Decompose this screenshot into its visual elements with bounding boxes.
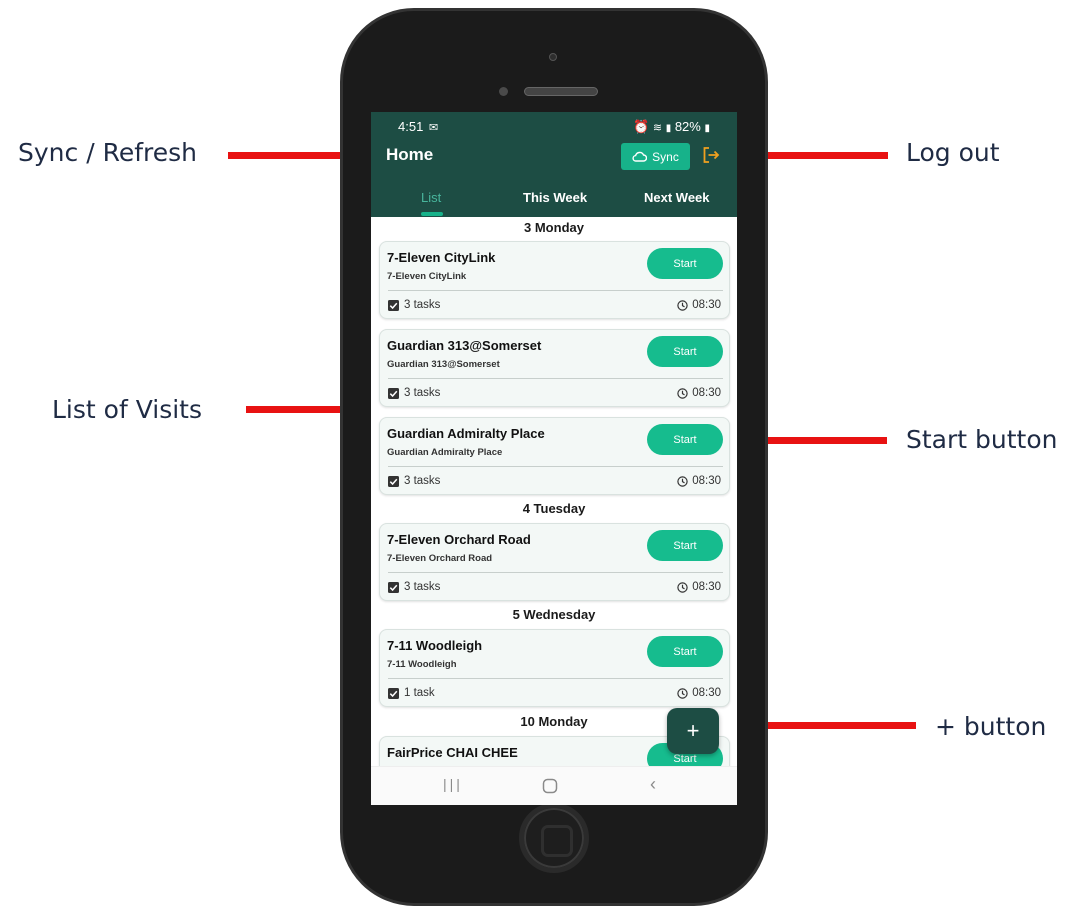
visit-name: FairPrice CHAI CHEE: [387, 745, 518, 760]
sync-button[interactable]: Sync: [621, 143, 690, 170]
front-camera: [549, 53, 557, 61]
sync-label: Sync: [652, 149, 679, 164]
visit-name: 7-Eleven CityLink: [387, 250, 496, 265]
active-tab-indicator: [421, 212, 443, 216]
card-divider: [388, 678, 723, 679]
annotation-start-arrow: [727, 428, 887, 452]
checkbox-icon: [388, 581, 399, 593]
task-count: 1 task: [388, 687, 435, 699]
add-visit-button[interactable]: +: [667, 708, 719, 754]
visit-location: 7-Eleven CityLink: [387, 271, 467, 282]
date-heading: 5 Wednesday: [512, 607, 596, 622]
tab-this-week[interactable]: This Week: [523, 190, 587, 205]
visit-card[interactable]: Guardian 313@Somerset Guardian 313@Somer…: [379, 329, 730, 407]
visit-time-text: 08:30: [692, 299, 721, 311]
message-icon: ✉: [428, 122, 439, 134]
annotation-plus-label: + button: [935, 712, 1047, 741]
start-button[interactable]: Start: [647, 248, 723, 279]
battery-icon: ▮: [704, 123, 710, 134]
visit-name: 7-11 Woodleigh: [387, 638, 483, 653]
phone-home-button[interactable]: [519, 803, 589, 873]
visit-time: 08:30: [677, 475, 721, 487]
visit-card[interactable]: 7-Eleven CityLink 7-Eleven CityLink Star…: [379, 241, 730, 319]
visit-time-text: 08:30: [692, 687, 721, 699]
earpiece-speaker: [524, 87, 598, 96]
visit-name: Guardian 313@Somerset: [387, 338, 542, 353]
card-divider: [388, 466, 723, 467]
card-divider: [388, 378, 723, 379]
home-icon[interactable]: [542, 778, 558, 794]
visit-time-text: 08:30: [692, 581, 721, 593]
page-title: Home: [386, 145, 434, 164]
annotation-list-label: List of Visits: [52, 395, 202, 424]
wifi-icon: ≋: [652, 122, 663, 134]
visit-card[interactable]: 7-11 Woodleigh 7-11 Woodleigh Start 1 ta…: [379, 629, 730, 707]
task-count: 3 tasks: [388, 475, 440, 487]
back-icon[interactable]: ‹: [650, 774, 656, 795]
battery-percent: 82%: [674, 119, 701, 134]
start-button[interactable]: Start: [647, 336, 723, 367]
annotation-logout-arrow: [728, 143, 888, 167]
app-bar: 4:51 ✉ ⏰ ≋ ▮ 82% ▮ Home Sync List This W…: [371, 112, 737, 217]
visit-time: 08:30: [677, 581, 721, 593]
start-button[interactable]: Start: [647, 424, 723, 455]
start-button[interactable]: Start: [647, 530, 723, 561]
visit-location: Guardian 313@Somerset: [387, 359, 500, 370]
task-count-text: 3 tasks: [404, 387, 441, 399]
checkbox-icon: [388, 687, 399, 699]
tab-next-week[interactable]: Next Week: [644, 190, 710, 205]
clock-icon: [677, 475, 688, 487]
annotation-plus-arrow: [734, 713, 916, 737]
annotation-logout-label: Log out: [906, 138, 1000, 167]
card-divider: [388, 572, 723, 573]
alarm-icon: ⏰: [633, 119, 650, 134]
proximity-sensor: [499, 87, 508, 96]
visit-time: 08:30: [677, 387, 721, 399]
recent-apps-icon[interactable]: |||: [443, 776, 463, 792]
task-count-text: 3 tasks: [404, 475, 441, 487]
tab-list[interactable]: List: [421, 190, 441, 205]
visit-card[interactable]: 7-Eleven Orchard Road 7-Eleven Orchard R…: [379, 523, 730, 601]
checkbox-icon: [388, 299, 399, 311]
annotation-start-label: Start button: [906, 425, 1058, 454]
status-time-text: 4:51: [398, 119, 424, 134]
task-count: 3 tasks: [388, 581, 440, 593]
clock-icon: [677, 387, 688, 399]
task-count-text: 1 task: [404, 687, 435, 699]
checkbox-icon: [388, 387, 399, 399]
visit-time-text: 08:30: [692, 475, 721, 487]
status-indicators: ⏰ ≋ ▮ 82% ▮: [633, 119, 710, 135]
visit-location: 7-Eleven Orchard Road: [387, 553, 493, 564]
task-count-text: 3 tasks: [404, 299, 441, 311]
task-count: 3 tasks: [388, 299, 440, 311]
clock-icon: [677, 299, 688, 311]
visit-card[interactable]: Guardian Admiralty Place Guardian Admira…: [379, 417, 730, 495]
visit-name: 7-Eleven Orchard Road: [387, 532, 531, 547]
cloud-icon: [632, 151, 648, 162]
date-heading: 3 Monday: [524, 220, 584, 235]
visit-name: Guardian Admiralty Place: [387, 426, 545, 441]
task-count: 3 tasks: [388, 387, 440, 399]
system-nav-bar: ||| ‹: [371, 766, 737, 805]
visit-location: 7-11 Woodleigh: [387, 659, 457, 670]
signal-icon: ▮: [665, 123, 672, 134]
clock-icon: [677, 581, 688, 593]
visit-time: 08:30: [677, 687, 721, 699]
visit-location: Guardian Admiralty Place: [387, 447, 503, 458]
checkbox-icon: [388, 475, 399, 487]
card-divider: [388, 290, 723, 291]
task-count-text: 3 tasks: [404, 581, 441, 593]
start-button[interactable]: Start: [647, 636, 723, 667]
status-time: 4:51 ✉: [398, 119, 438, 134]
clock-icon: [677, 687, 688, 699]
date-heading: 4 Tuesday: [522, 501, 586, 516]
annotation-sync-label: Sync / Refresh: [18, 138, 197, 167]
visit-time: 08:30: [677, 299, 721, 311]
app-screen: 4:51 ✉ ⏰ ≋ ▮ 82% ▮ Home Sync List This W…: [371, 112, 737, 805]
visit-time-text: 08:30: [692, 387, 721, 399]
logout-icon[interactable]: [702, 146, 720, 164]
